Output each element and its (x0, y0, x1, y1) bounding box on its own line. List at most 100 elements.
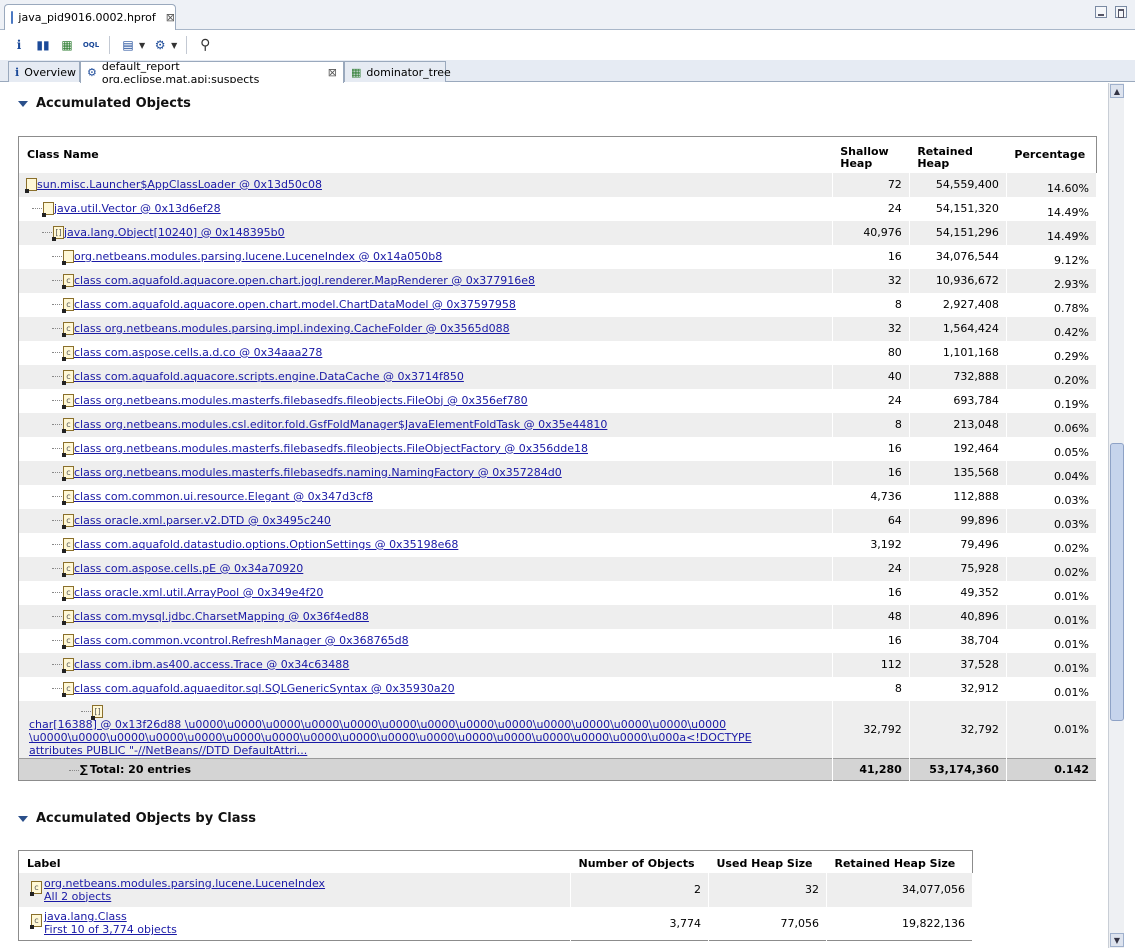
tree-connector (52, 568, 62, 570)
reports-icon[interactable]: ▤ (119, 36, 137, 54)
table-row[interactable]: c class com.aspose.cells.a.d.co @ 0x34aaa… (18, 340, 1098, 365)
editor-tab-hprof[interactable]: java_pid9016.0002.hprof ⊠ (4, 4, 176, 30)
table-row[interactable]: c class oracle.xml.util.ArrayPool @ 0x349… (18, 580, 1098, 605)
table-row[interactable]: c class com.aquafold.datastudio.options.O… (18, 532, 1098, 557)
object-link[interactable]: class org.netbeans.modules.masterfs.file… (74, 466, 562, 479)
tab-default-report[interactable]: ⚙ default_report org.eclipse.mat.api:sus… (80, 60, 344, 86)
percentage-cell: 0.02% (1006, 532, 1098, 557)
table-row[interactable]: [] char[16388] @ 0x13f26d88 \u0000\u0000\… (18, 700, 1098, 759)
table-row[interactable]: c java.lang.Class First 10 of 3,774 object… (18, 906, 973, 941)
maximize-button[interactable] (1115, 6, 1127, 18)
histogram-icon[interactable]: ▮▮ (34, 36, 52, 54)
query-browser-icon[interactable]: ⚙ (151, 36, 169, 54)
class-icon (25, 178, 37, 194)
retained-heap-cell: 54,151,320 (909, 196, 1007, 221)
array-icon: [] (91, 704, 103, 720)
object-link[interactable]: java.util.Vector @ 0x13d6ef28 (54, 202, 221, 215)
table-row[interactable]: c class org.netbeans.modules.csl.editor.f… (18, 412, 1098, 437)
minimize-button[interactable] (1095, 6, 1107, 18)
retained-heap-cell: 54,559,400 (909, 172, 1007, 197)
close-icon[interactable]: ⊠ (166, 11, 175, 24)
object-link[interactable]: sun.misc.Launcher$AppClassLoader @ 0x13d… (37, 178, 322, 191)
object-link[interactable]: class com.aquafold.aquacore.scripts.engi… (74, 370, 464, 383)
table-row[interactable]: c class com.aquafold.aquacore.open.chart.… (18, 292, 1098, 317)
toolbar: i ▮▮ ▦ OQL ▤ ▼ ⚙ ▼ ⚲ (0, 31, 1135, 59)
object-link[interactable]: class com.aspose.cells.a.d.co @ 0x34aaa2… (74, 346, 322, 359)
object-link[interactable]: class com.aquafold.aquacore.open.chart.j… (74, 274, 535, 287)
object-link[interactable]: class org.netbeans.modules.masterfs.file… (74, 442, 588, 455)
table-row[interactable]: c class org.netbeans.modules.masterfs.fil… (18, 460, 1098, 485)
object-link[interactable]: class com.aspose.cells.pE @ 0x34a70920 (74, 562, 303, 575)
used-heap-cell: 77,056 (708, 906, 827, 941)
collapse-icon[interactable] (18, 100, 28, 107)
column-header-retained-heap-size[interactable]: Retained Heap Size (826, 850, 973, 873)
object-link[interactable]: java.lang.Object[10240] @ 0x148395b0 (64, 226, 285, 239)
table-row[interactable]: c org.netbeans.modules.parsing.lucene.Luc… (18, 872, 973, 907)
tab-overview[interactable]: i Overview (8, 61, 80, 82)
column-header-label[interactable]: Label (18, 850, 571, 873)
column-header-class-name[interactable]: Class Name (18, 136, 833, 173)
shallow-heap-cell: 8 (832, 292, 910, 317)
table-row[interactable]: c class com.mysql.jdbc.CharsetMapping @ 0… (18, 604, 1098, 629)
object-link[interactable]: class com.aquafold.aquacore.open.chart.m… (74, 298, 516, 311)
table-row[interactable]: c class com.common.vcontrol.RefreshManage… (18, 628, 1098, 653)
scroll-up-arrow-icon[interactable]: ▲ (1110, 84, 1124, 98)
object-link[interactable]: class com.mysql.jdbc.CharsetMapping @ 0x… (74, 610, 369, 623)
object-link[interactable]: class org.netbeans.modules.parsing.impl.… (74, 322, 510, 335)
table-row[interactable]: c class org.netbeans.modules.parsing.impl… (18, 316, 1098, 341)
column-header-used-heap-size[interactable]: Used Heap Size (708, 850, 827, 873)
table-row[interactable]: sun.misc.Launcher$AppClassLoader @ 0x13d… (18, 172, 1098, 197)
class-link[interactable]: org.netbeans.modules.parsing.lucene.Luce… (44, 877, 325, 890)
close-icon[interactable]: ⊠ (328, 66, 337, 79)
tab-dominator-tree[interactable]: ▦ dominator_tree (344, 61, 451, 82)
object-link[interactable]: class com.common.ui.resource.Elegant @ 0… (74, 490, 373, 503)
object-link-cont[interactable]: attributes PUBLIC "-//NetBeans//DTD Defa… (29, 744, 307, 757)
column-header-percentage[interactable]: Percentage (1006, 136, 1097, 173)
object-link[interactable]: class oracle.xml.parser.v2.DTD @ 0x3495c… (74, 514, 331, 527)
table-row[interactable]: c class com.aspose.cells.pE @ 0x34a70920 2… (18, 556, 1098, 581)
table-row[interactable]: c class com.common.ui.resource.Elegant @ … (18, 484, 1098, 509)
class-icon: c (30, 880, 42, 896)
info-icon[interactable]: i (10, 36, 28, 54)
object-link[interactable]: class org.netbeans.modules.csl.editor.fo… (74, 418, 607, 431)
object-link-cont[interactable]: \u0000\u0000\u0000\u0000\u0000\u0000\u00… (29, 731, 752, 744)
objects-link[interactable]: All 2 objects (44, 890, 111, 903)
column-header-retained-heap[interactable]: Retained Heap (909, 136, 1007, 173)
search-icon[interactable]: ⚲ (196, 36, 214, 54)
table-row[interactable]: c class com.aquafold.aquacore.scripts.eng… (18, 364, 1098, 389)
object-link[interactable]: char[16388] @ 0x13f26d88 \u0000\u0000\u0… (29, 718, 726, 731)
object-link[interactable]: class oracle.xml.util.ArrayPool @ 0x349e… (74, 586, 323, 599)
class-icon: c (62, 274, 74, 290)
table-row[interactable]: java.util.Vector @ 0x13d6ef28 24 54,151,32… (18, 196, 1098, 221)
objects-link[interactable]: First 10 of 3,774 objects (44, 923, 177, 936)
table-row[interactable]: org.netbeans.modules.parsing.lucene.Luce… (18, 244, 1098, 269)
section-accumulated-by-class-header[interactable]: Accumulated Objects by Class (18, 811, 256, 826)
percentage-cell: 0.01% (1006, 652, 1098, 677)
report-content: Accumulated Objects Class Name Shallow H… (0, 83, 1108, 948)
vertical-scrollbar[interactable]: ▲ ▼ (1108, 83, 1124, 948)
class-link[interactable]: java.lang.Class (44, 910, 127, 923)
collapse-icon[interactable] (18, 815, 28, 822)
column-header-number-of-objects[interactable]: Number of Objects (570, 850, 709, 873)
scroll-down-arrow-icon[interactable]: ▼ (1110, 933, 1124, 947)
table-row[interactable]: c class com.aquafold.aquacore.open.chart.… (18, 268, 1098, 293)
dominator-tree-icon[interactable]: ▦ (58, 36, 76, 54)
object-link[interactable]: class com.common.vcontrol.RefreshManager… (74, 634, 409, 647)
object-link[interactable]: class com.aquafold.aquaeditor.sql.SQLGen… (74, 682, 455, 695)
object-link[interactable]: class com.aquafold.datastudio.options.Op… (74, 538, 458, 551)
table-row[interactable]: [] java.lang.Object[10240] @ 0x148395b0 40… (18, 220, 1098, 245)
table-row[interactable]: c class org.netbeans.modules.masterfs.fil… (18, 388, 1098, 413)
chevron-down-icon[interactable]: ▼ (171, 41, 177, 50)
table-row[interactable]: c class oracle.xml.parser.v2.DTD @ 0x3495… (18, 508, 1098, 533)
column-header-shallow-heap[interactable]: Shallow Heap (832, 136, 910, 173)
object-link[interactable]: org.netbeans.modules.parsing.lucene.Luce… (74, 250, 442, 263)
chevron-down-icon[interactable]: ▼ (139, 41, 145, 50)
scrollbar-thumb[interactable] (1110, 443, 1124, 721)
object-link[interactable]: class org.netbeans.modules.masterfs.file… (74, 394, 528, 407)
object-link[interactable]: class com.ibm.as400.access.Trace @ 0x34c… (74, 658, 349, 671)
oql-icon[interactable]: OQL (82, 36, 100, 54)
table-row[interactable]: c class com.aquafold.aquaeditor.sql.SQLGe… (18, 676, 1098, 701)
table-row[interactable]: c class com.ibm.as400.access.Trace @ 0x34… (18, 652, 1098, 677)
table-row[interactable]: c class org.netbeans.modules.masterfs.fil… (18, 436, 1098, 461)
section-accumulated-objects-header[interactable]: Accumulated Objects (18, 96, 191, 111)
